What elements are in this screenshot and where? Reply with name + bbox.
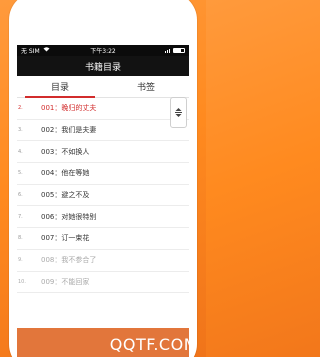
status-time: 下午3:22 [90, 48, 116, 55]
chapter-row[interactable]: 4. 003：不如换人 [17, 141, 189, 164]
chapter-row[interactable]: 6. 005：避之不及 [17, 185, 189, 207]
carrier-label: 无 SIM [21, 48, 40, 55]
chapter-index: 7. [18, 213, 23, 220]
battery-icon [173, 48, 186, 53]
chapter-title: 008：我不参合了 [41, 256, 97, 265]
chapter-index: 10. [18, 278, 26, 285]
signal-icon [165, 48, 171, 53]
chapter-row[interactable]: 9. 008：我不参合了 [17, 250, 189, 272]
status-bar: 无 SIM 下午3:22 [17, 45, 189, 56]
chapter-title: 003：不如换人 [41, 147, 90, 156]
chapter-row[interactable]: 5. 004：他在等她 [17, 163, 189, 185]
screen: 无 SIM 下午3:22 书籍目录 目录 书签 2. 001：晚归的丈夫 3. 002… [17, 45, 189, 357]
tab-bookmarks[interactable]: 书签 [103, 76, 189, 97]
wifi-icon [43, 47, 50, 54]
chapter-list: 2. 001：晚归的丈夫 3. 002：我们是夫妻 4. 003：不如换人 5. 004：他在… [17, 98, 189, 294]
chapter-title: 006：对她很特别 [41, 212, 97, 221]
chapter-row[interactable]: 3. 002：我们是夫妻 [17, 120, 189, 142]
chapter-title: 009：不能回家 [41, 277, 90, 286]
chapter-index: 5. [18, 170, 23, 177]
scroll-handle[interactable] [170, 97, 187, 128]
chapter-title: 002：我们是夫妻 [41, 126, 97, 135]
tab-bar: 目录 书签 [17, 76, 189, 98]
chapter-title: 004：他在等她 [41, 169, 90, 178]
chapter-index: 9. [18, 257, 23, 264]
chapter-row[interactable]: 10. 009：不能回家 [17, 272, 189, 294]
watermark: QQTF.COM [109, 335, 198, 354]
status-right [130, 48, 186, 53]
chapter-row[interactable]: 7. 006：对她很特别 [17, 206, 189, 229]
chapter-index: 2. [18, 105, 23, 112]
chapter-index: 8. [18, 235, 23, 242]
chapter-index: 3. [18, 127, 23, 134]
chapter-title: 005：避之不及 [41, 191, 90, 200]
status-left: 无 SIM [21, 46, 76, 55]
chapter-title: 007：订一束花 [41, 234, 90, 243]
page-title: 书籍目录 [17, 56, 189, 76]
chapter-row[interactable]: 8. 007：订一束花 [17, 228, 189, 250]
tab-contents[interactable]: 目录 [17, 76, 103, 98]
chapter-index: 6. [18, 192, 23, 199]
chapter-row[interactable]: 2. 001：晚归的丈夫 [17, 98, 189, 120]
chapter-index: 4. [18, 148, 23, 155]
chapter-title: 001：晚归的丈夫 [41, 104, 97, 113]
up-down-arrows-icon [174, 103, 183, 122]
